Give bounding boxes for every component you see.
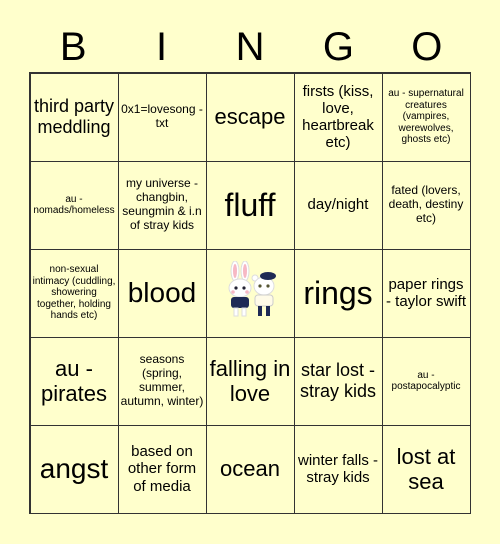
bingo-cell-label: escape xyxy=(214,104,286,130)
bingo-cell-label: star lost - stray kids xyxy=(299,360,377,401)
header-letter-b: B xyxy=(59,25,87,69)
bingo-cell[interactable]: paper rings - taylor swift xyxy=(381,248,471,338)
bingo-header: B I N G O xyxy=(29,24,471,70)
bingo-cell[interactable]: lost at sea xyxy=(381,424,471,514)
bingo-cell[interactable]: falling in love xyxy=(205,336,295,426)
bingo-cell[interactable]: au - supernatural creatures (vampires, w… xyxy=(381,72,471,162)
header-letter-o: O xyxy=(411,25,443,69)
bingo-cell-label: based on other form of media xyxy=(127,443,197,495)
bingo-cell-label: winter falls - stray kids xyxy=(297,451,379,486)
bingo-cell-free[interactable] xyxy=(205,248,295,338)
bingo-cell[interactable]: angst xyxy=(29,424,119,514)
bingo-cell-label: blood xyxy=(127,276,197,308)
bingo-cell-label: ocean xyxy=(220,456,280,482)
bingo-cell-label: paper rings - taylor swift xyxy=(385,275,466,310)
bingo-cell-label: firsts (kiss, love, heartbreak etc) xyxy=(302,82,374,152)
bunny-and-bear-mascots-icon xyxy=(228,261,276,317)
bingo-cell-label: non-sexual intimacy (cuddling, showering… xyxy=(32,264,116,322)
bingo-cell-label: fluff xyxy=(224,186,276,223)
bingo-cell[interactable]: blood xyxy=(117,248,207,338)
bingo-cell[interactable]: fated (lovers, death, destiny etc) xyxy=(381,160,471,250)
bingo-grid: third party meddling 0x1=lovesong - txt es… xyxy=(29,72,471,514)
bingo-cell-label: 0x1=lovesong - txt xyxy=(121,102,203,130)
bingo-cell[interactable]: seasons (spring, summer, autumn, winter) xyxy=(117,336,207,426)
bingo-cell[interactable]: au - pirates xyxy=(29,336,119,426)
bingo-cell[interactable]: winter falls - stray kids xyxy=(293,424,383,514)
bingo-cell[interactable]: rings xyxy=(293,248,383,338)
bingo-cell-label: my universe - changbin, seungmin & i.n o… xyxy=(122,176,202,232)
bingo-cell-label: day/night xyxy=(307,196,369,214)
bingo-cell-label: third party meddling xyxy=(33,96,115,137)
bingo-cell[interactable]: based on other form of media xyxy=(117,424,207,514)
bingo-cell-label: au - postapocalyptic xyxy=(391,369,461,393)
bingo-cell[interactable]: au - nomads/homeless xyxy=(29,160,119,250)
bingo-cell-label: au - nomads/homeless xyxy=(33,193,115,217)
bingo-cell[interactable]: au - postapocalyptic xyxy=(381,336,471,426)
bingo-cell[interactable]: non-sexual intimacy (cuddling, showering… xyxy=(29,248,119,338)
bingo-cell-label: seasons (spring, summer, autumn, winter) xyxy=(120,352,204,408)
bingo-cell[interactable]: day/night xyxy=(293,160,383,250)
bingo-cell-label: au - pirates xyxy=(40,355,108,406)
bingo-cell-label: fated (lovers, death, destiny etc) xyxy=(388,183,464,225)
bingo-cell-label: rings xyxy=(303,274,373,311)
bingo-cell[interactable]: star lost - stray kids xyxy=(293,336,383,426)
bingo-cell[interactable]: fluff xyxy=(205,160,295,250)
header-letter-i: I xyxy=(156,25,168,69)
bingo-cell[interactable]: ocean xyxy=(205,424,295,514)
bingo-cell-label: au - supernatural creatures (vampires, w… xyxy=(388,88,464,146)
bingo-cell[interactable]: escape xyxy=(205,72,295,162)
bingo-cell-label: angst xyxy=(39,452,109,484)
header-letter-n: N xyxy=(235,25,265,69)
bingo-cell[interactable]: third party meddling xyxy=(29,72,119,162)
bingo-cell[interactable]: firsts (kiss, love, heartbreak etc) xyxy=(293,72,383,162)
bingo-cell-label: lost at sea xyxy=(396,443,456,494)
bingo-cell-label: falling in love xyxy=(209,355,291,406)
bingo-cell[interactable]: 0x1=lovesong - txt xyxy=(117,72,207,162)
header-letter-g: G xyxy=(322,25,354,69)
bingo-cell[interactable]: my universe - changbin, seungmin & i.n o… xyxy=(117,160,207,250)
